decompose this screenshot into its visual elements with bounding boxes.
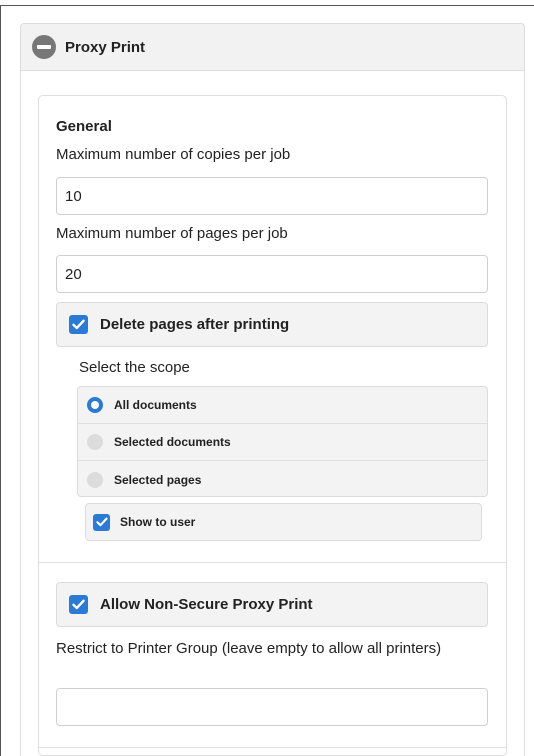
allow-non-secure-option[interactable]: Allow Non-Secure Proxy Print: [56, 582, 488, 627]
radio-selected-documents[interactable]: [87, 434, 103, 450]
show-to-user-option[interactable]: Show to user: [85, 503, 482, 541]
radio-label: Selected documents: [114, 435, 231, 449]
radio-all-documents[interactable]: [87, 397, 103, 413]
max-pages-input[interactable]: [56, 255, 488, 293]
panel-header-proxy-print[interactable]: Proxy Print: [20, 23, 525, 71]
checkmark-icon: [95, 517, 108, 527]
section-divider: [39, 562, 506, 563]
radio-label: Selected pages: [114, 472, 202, 487]
restrict-printer-group-input[interactable]: [56, 688, 488, 726]
section-divider: [39, 747, 506, 748]
radio-label: All documents: [114, 398, 197, 412]
max-copies-label: Maximum number of copies per job: [56, 146, 291, 163]
allow-non-secure-checkbox[interactable]: [69, 595, 88, 614]
checkmark-icon: [72, 319, 85, 330]
panel-title: Proxy Print: [65, 38, 146, 56]
max-pages-label: Maximum number of pages per job: [56, 225, 288, 242]
scope-option-all-documents[interactable]: All documents: [78, 387, 487, 424]
radio-selected-pages[interactable]: [87, 471, 103, 488]
delete-pages-label: Delete pages after printing: [100, 316, 290, 333]
scope-option-selected-documents[interactable]: Selected documents: [78, 424, 487, 461]
section-title-general: General: [56, 118, 112, 135]
delete-pages-option[interactable]: Delete pages after printing: [56, 302, 488, 347]
scope-option-selected-pages[interactable]: Selected pages: [78, 461, 487, 498]
scope-radio-group: All documents Selected documents Selecte…: [77, 386, 488, 497]
show-to-user-label: Show to user: [120, 515, 196, 529]
collapse-minus-icon[interactable]: [32, 35, 56, 59]
max-copies-input[interactable]: [56, 177, 488, 215]
delete-pages-checkbox[interactable]: [69, 315, 88, 334]
restrict-printer-group-label: Restrict to Printer Group (leave empty t…: [56, 640, 442, 657]
scope-label: Select the scope: [79, 359, 190, 376]
show-to-user-checkbox[interactable]: [93, 513, 110, 531]
checkmark-icon: [72, 599, 85, 610]
allow-non-secure-label: Allow Non-Secure Proxy Print: [100, 596, 313, 613]
